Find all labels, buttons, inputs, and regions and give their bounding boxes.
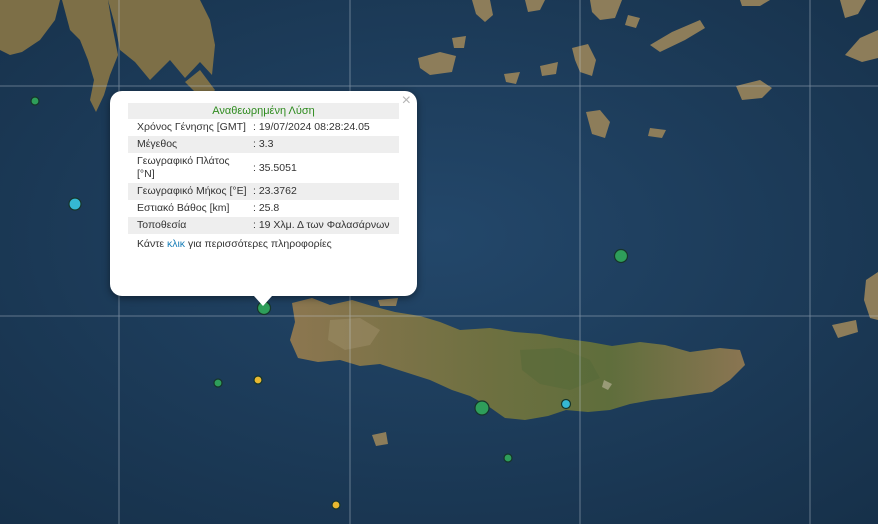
event-info-popup: × Αναθεωρημένη Λύση Χρόνος Γένησης [GMT]… — [110, 91, 417, 306]
popup-title: Αναθεωρημένη Λύση — [128, 103, 399, 119]
row-label: Μέγεθος — [128, 136, 251, 153]
row-value: : 3.3 — [251, 136, 399, 153]
row-value: : 25.8 — [253, 202, 280, 214]
row-value: : 19 Χλμ. Δ των Φαλασάρνων — [251, 217, 399, 234]
more-suffix: για περισσότερες πληροφορίες — [187, 238, 332, 250]
row-label: Χρόνος Γένησης [GMT] — [137, 121, 246, 133]
more-info-text: Κάντε κλικ για περισσότερες πληροφορίες — [128, 234, 399, 250]
close-icon[interactable]: × — [402, 92, 411, 110]
table-row: Τοποθεσία : 19 Χλμ. Δ των Φαλασάρνων — [128, 217, 399, 234]
table-row: Γεωγραφικό Πλάτος [°N] : 35.5051 — [128, 153, 399, 183]
row-value: : 19/07/2024 08:28:24.05 — [253, 121, 370, 133]
marker-event[interactable] — [68, 197, 82, 211]
marker-event[interactable] — [613, 248, 629, 264]
marker-event[interactable] — [253, 375, 263, 385]
more-info-link[interactable]: κλικ — [167, 238, 185, 250]
marker-event[interactable] — [503, 453, 513, 463]
table-row: Χρόνος Γένησης [GMT] : 19/07/2024 08:28:… — [128, 119, 399, 136]
table-row: Μέγεθος : 3.3 — [128, 136, 399, 153]
marker-event[interactable] — [560, 398, 572, 410]
table-row: Γεωγραφικό Μήκος [°E] : 23.3762 — [128, 183, 399, 200]
row-value: : 35.5051 — [253, 161, 297, 174]
row-label: Τοποθεσία — [128, 217, 251, 234]
table-row: Εστιακό Βάθος [km] : 25.8 — [128, 200, 399, 217]
row-value: : 23.3762 — [251, 183, 399, 200]
row-label: Γεωγραφικό Πλάτος [°N] — [137, 155, 230, 180]
popup-pointer — [254, 296, 272, 306]
marker-event[interactable] — [30, 96, 40, 106]
marker-event[interactable] — [474, 400, 490, 416]
row-label: Εστιακό Βάθος [km] — [137, 202, 230, 214]
marker-event[interactable] — [213, 378, 223, 388]
marker-event[interactable] — [331, 500, 341, 510]
more-prefix: Κάντε — [137, 238, 165, 250]
row-label: Γεωγραφικό Μήκος [°E] — [128, 183, 251, 200]
event-details-table: Χρόνος Γένησης [GMT] : 19/07/2024 08:28:… — [128, 119, 399, 234]
